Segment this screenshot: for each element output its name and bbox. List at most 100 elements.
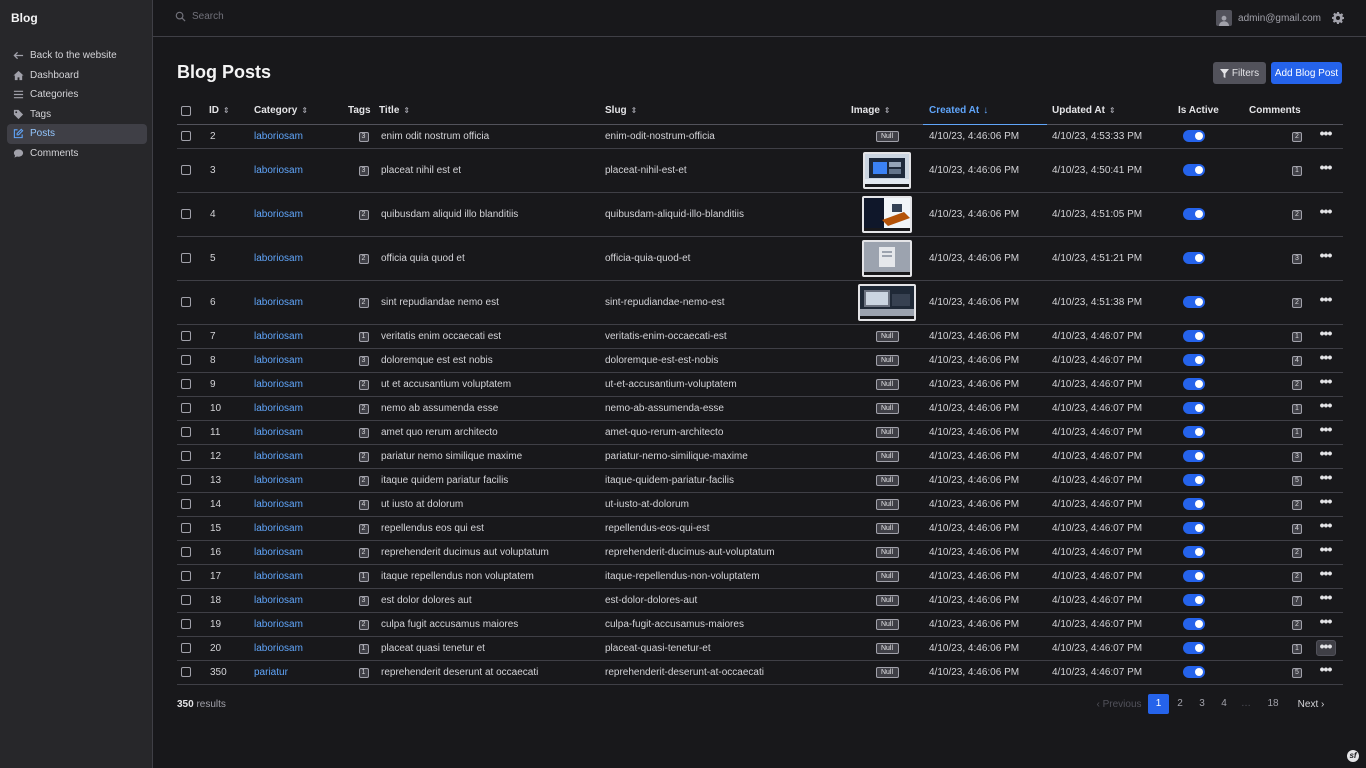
is-active-toggle[interactable]	[1183, 498, 1205, 510]
row-actions-menu-icon[interactable]: •••	[1316, 446, 1336, 464]
table-row[interactable]: 14 laboriosam 4 ut iusto at dolorum ut-i…	[177, 492, 1343, 517]
row-checkbox[interactable]	[181, 378, 191, 389]
category-link[interactable]: laboriosam	[254, 331, 303, 342]
sidebar-item-tags[interactable]: Tags	[7, 105, 147, 125]
row-actions-menu-icon[interactable]: •••	[1315, 639, 1336, 656]
add-blog-post-button[interactable]: Add Blog Post	[1271, 62, 1342, 84]
is-active-toggle[interactable]	[1183, 594, 1205, 606]
is-active-toggle[interactable]	[1183, 378, 1205, 390]
filters-button[interactable]: Filters	[1213, 62, 1266, 84]
row-actions-menu-icon[interactable]: •••	[1316, 518, 1336, 536]
post-image-thumbnail[interactable]	[858, 283, 916, 321]
is-active-toggle[interactable]	[1183, 402, 1205, 414]
row-actions-menu-icon[interactable]: •••	[1316, 204, 1336, 222]
category-link[interactable]: laboriosam	[254, 499, 303, 510]
row-checkbox[interactable]	[181, 522, 191, 533]
category-link[interactable]: laboriosam	[254, 165, 303, 176]
category-link[interactable]: laboriosam	[254, 475, 303, 486]
table-row[interactable]: 3 laboriosam 3 placeat nihil est et plac…	[177, 148, 1343, 193]
row-actions-menu-icon[interactable]: •••	[1316, 470, 1336, 488]
row-checkbox[interactable]	[181, 296, 191, 307]
category-link[interactable]: laboriosam	[254, 643, 303, 654]
table-row[interactable]: 8 laboriosam 3 doloremque est est nobis …	[177, 348, 1343, 373]
row-checkbox[interactable]	[181, 618, 191, 629]
is-active-toggle[interactable]	[1183, 208, 1205, 220]
table-row[interactable]: 9 laboriosam 2 ut et accusantium volupta…	[177, 372, 1343, 397]
table-row[interactable]: 6 laboriosam 2 sint repudiandae nemo est…	[177, 280, 1343, 325]
category-link[interactable]: laboriosam	[254, 403, 303, 414]
row-actions-menu-icon[interactable]: •••	[1316, 126, 1336, 144]
gear-icon[interactable]	[1332, 12, 1344, 24]
row-actions-menu-icon[interactable]: •••	[1316, 566, 1336, 584]
row-checkbox[interactable]	[181, 666, 191, 677]
category-link[interactable]: laboriosam	[254, 427, 303, 438]
table-row[interactable]: 18 laboriosam 3 est dolor dolores aut es…	[177, 588, 1343, 613]
sidebar-item-dashboard[interactable]: Dashboard	[7, 66, 147, 86]
col-image[interactable]: Image ⇕	[851, 98, 923, 125]
row-checkbox[interactable]	[181, 570, 191, 581]
is-active-toggle[interactable]	[1183, 474, 1205, 486]
sidebar-item-categories[interactable]: Categories	[7, 85, 147, 105]
table-row[interactable]: 13 laboriosam 2 itaque quidem pariatur f…	[177, 468, 1343, 493]
row-actions-menu-icon[interactable]: •••	[1316, 248, 1336, 266]
is-active-toggle[interactable]	[1183, 570, 1205, 582]
category-link[interactable]: laboriosam	[254, 547, 303, 558]
col-id[interactable]: ID ⇕	[209, 98, 254, 125]
col-created-at[interactable]: Created At ↓	[923, 98, 1047, 125]
post-image-thumbnail[interactable]	[862, 195, 912, 233]
is-active-toggle[interactable]	[1183, 130, 1205, 142]
row-checkbox[interactable]	[181, 402, 191, 413]
user-menu[interactable]: admin@gmail.com	[1216, 10, 1321, 26]
category-link[interactable]: laboriosam	[254, 451, 303, 462]
pagination-page-2[interactable]: 2	[1169, 694, 1191, 714]
post-image-thumbnail[interactable]	[862, 239, 912, 277]
col-updated-at[interactable]: Updated At ⇕	[1047, 98, 1178, 125]
category-link[interactable]: laboriosam	[254, 619, 303, 630]
category-link[interactable]: pariatur	[254, 667, 288, 678]
sidebar-item-comments[interactable]: Comments	[7, 144, 147, 164]
table-row[interactable]: 11 laboriosam 3 amet quo rerum architect…	[177, 420, 1343, 445]
select-all-checkbox[interactable]	[181, 105, 191, 116]
search-box[interactable]: Search	[175, 11, 224, 22]
pagination-next[interactable]: Next ›	[1289, 699, 1333, 710]
is-active-toggle[interactable]	[1183, 546, 1205, 558]
category-link[interactable]: laboriosam	[254, 571, 303, 582]
row-checkbox[interactable]	[181, 474, 191, 485]
row-actions-menu-icon[interactable]: •••	[1316, 422, 1336, 440]
table-row[interactable]: 17 laboriosam 1 itaque repellendus non v…	[177, 564, 1343, 589]
table-row[interactable]: 4 laboriosam 2 quibusdam aliquid illo bl…	[177, 192, 1343, 237]
sidebar-item-back[interactable]: Back to the website	[7, 46, 147, 66]
row-actions-menu-icon[interactable]: •••	[1316, 494, 1336, 512]
row-checkbox[interactable]	[181, 208, 191, 219]
row-actions-menu-icon[interactable]: •••	[1316, 292, 1336, 310]
row-checkbox[interactable]	[181, 498, 191, 509]
table-row[interactable]: 7 laboriosam 1 veritatis enim occaecati …	[177, 324, 1343, 349]
table-row[interactable]: 10 laboriosam 2 nemo ab assumenda esse n…	[177, 396, 1343, 421]
row-checkbox[interactable]	[181, 330, 191, 341]
sidebar-item-posts[interactable]: Posts	[7, 124, 147, 144]
col-title[interactable]: Title ⇕	[379, 98, 605, 125]
row-actions-menu-icon[interactable]: •••	[1316, 542, 1336, 560]
is-active-toggle[interactable]	[1183, 252, 1205, 264]
table-row[interactable]: 15 laboriosam 2 repellendus eos qui est …	[177, 516, 1343, 541]
category-link[interactable]: laboriosam	[254, 379, 303, 390]
is-active-toggle[interactable]	[1183, 618, 1205, 630]
is-active-toggle[interactable]	[1183, 330, 1205, 342]
row-actions-menu-icon[interactable]: •••	[1316, 614, 1336, 632]
row-checkbox[interactable]	[181, 164, 191, 175]
row-actions-menu-icon[interactable]: •••	[1316, 160, 1336, 178]
row-actions-menu-icon[interactable]: •••	[1316, 350, 1336, 368]
category-link[interactable]: laboriosam	[254, 131, 303, 142]
row-actions-menu-icon[interactable]: •••	[1316, 398, 1336, 416]
row-checkbox[interactable]	[181, 130, 191, 141]
table-row[interactable]: 5 laboriosam 2 officia quia quod et offi…	[177, 236, 1343, 281]
search-input[interactable]: Search	[192, 11, 224, 22]
row-checkbox[interactable]	[181, 252, 191, 263]
col-category[interactable]: Category ⇕	[254, 98, 348, 125]
is-active-toggle[interactable]	[1183, 450, 1205, 462]
pagination-page-4[interactable]: 4	[1213, 694, 1235, 714]
row-actions-menu-icon[interactable]: •••	[1316, 326, 1336, 344]
row-checkbox[interactable]	[181, 642, 191, 653]
is-active-toggle[interactable]	[1183, 164, 1205, 176]
table-row[interactable]: 16 laboriosam 2 reprehenderit ducimus au…	[177, 540, 1343, 565]
